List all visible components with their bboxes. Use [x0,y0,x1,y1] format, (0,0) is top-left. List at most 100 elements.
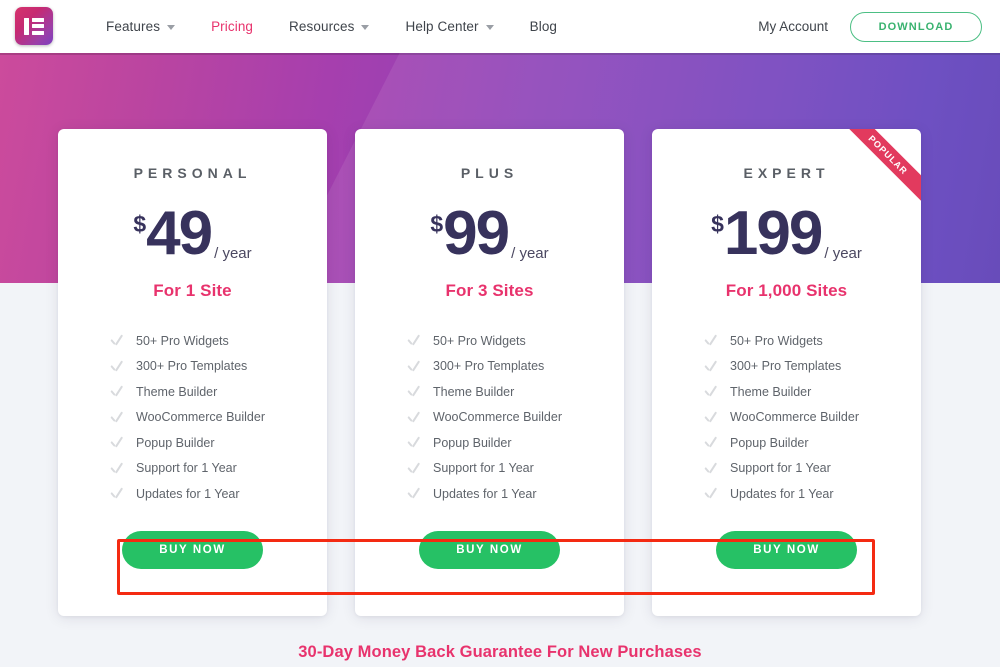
list-item: Theme Builder [704,379,921,405]
plan-sites: For 1 Site [153,281,232,300]
check-icon [110,385,123,398]
buy-now-button-expert[interactable]: BUY NOW [716,531,857,569]
nav-item-pricing[interactable]: Pricing [193,19,271,34]
logo-bar-middle [32,24,44,28]
plan-sites: For 1,000 Sites [725,281,848,300]
money-back-guarantee-text: 30-Day Money Back Guarantee For New Purc… [298,643,702,661]
list-item: Theme Builder [110,379,327,405]
price-block: $ 99 / year [430,202,549,267]
nav-item-help-center[interactable]: Help Center [387,19,511,34]
logo-bar-top [32,17,44,22]
check-icon [704,462,717,475]
list-item: WooCommerce Builder [407,405,624,431]
check-icon [407,334,420,347]
list-item: Updates for 1 Year [407,481,624,507]
list-item: WooCommerce Builder [704,405,921,431]
chevron-down-icon [361,25,370,30]
list-item: 300+ Pro Templates [704,354,921,380]
cta-wrapper: BUY NOW [58,531,327,569]
check-icon [110,462,123,475]
feature-label: Popup Builder [136,435,215,450]
nav-item-features[interactable]: Features [88,19,193,34]
elementor-logo-icon[interactable] [15,7,53,45]
plan-sites: For 3 Sites [445,281,534,300]
buy-now-button-personal[interactable]: BUY NOW [122,531,263,569]
currency-symbol: $ [430,211,444,237]
check-icon [704,411,717,424]
list-item: 50+ Pro Widgets [704,328,921,354]
feature-label: Updates for 1 Year [433,486,537,501]
feature-list: 50+ Pro Widgets 300+ Pro Templates Theme… [58,328,327,507]
feature-label: WooCommerce Builder [730,410,859,425]
feature-label: WooCommerce Builder [136,410,265,425]
buy-now-button-plus[interactable]: BUY NOW [419,531,560,569]
nav-label-blog: Blog [529,19,558,34]
feature-label: Theme Builder [433,384,515,399]
nav-label-resources: Resources [289,19,355,34]
price-block: $ 199 / year [711,199,862,268]
list-item: 300+ Pro Templates [407,354,624,380]
feature-label: 300+ Pro Templates [136,359,248,374]
feature-label: Updates for 1 Year [136,486,240,501]
feature-list: 50+ Pro Widgets 300+ Pro Templates Theme… [355,328,624,507]
list-item: Updates for 1 Year [110,481,327,507]
feature-label: Theme Builder [730,384,812,399]
pricing-card-personal: PERSONAL $ 49 / year For 1 Site 50+ Pro … [58,129,327,616]
list-item: 50+ Pro Widgets [407,328,624,354]
check-icon [407,385,420,398]
header-actions: My Account DOWNLOAD [758,0,982,53]
feature-label: 50+ Pro Widgets [433,333,526,348]
logo-bar-vertical [24,17,29,35]
list-item: Popup Builder [407,430,624,456]
currency-symbol: $ [711,211,724,237]
feature-label: 50+ Pro Widgets [136,333,229,348]
nav-item-blog[interactable]: Blog [512,19,575,34]
price-amount: 199 [723,199,823,268]
nav-label-pricing: Pricing [211,19,254,34]
price-period: / year [214,245,252,262]
list-item: Popup Builder [110,430,327,456]
list-item: Support for 1 Year [704,456,921,482]
feature-label: 50+ Pro Widgets [730,333,823,348]
check-icon [704,487,717,500]
price-period: / year [511,245,549,262]
site-header: Features Pricing Resources Help Center B… [0,0,1000,53]
list-item: Updates for 1 Year [704,481,921,507]
check-icon [110,360,123,373]
my-account-link[interactable]: My Account [758,19,828,34]
feature-label: Popup Builder [730,435,809,450]
price-amount: 49 [146,199,213,268]
cta-wrapper: BUY NOW [652,531,921,569]
plan-name: EXPERT [743,165,830,181]
check-icon [704,385,717,398]
check-icon [110,334,123,347]
list-item: Support for 1 Year [110,456,327,482]
nav-item-resources[interactable]: Resources [271,19,387,34]
chevron-down-icon [485,25,494,30]
popular-ribbon-label: POPULAR [839,129,921,205]
feature-label: Support for 1 Year [136,461,237,476]
list-item: Theme Builder [407,379,624,405]
popular-ribbon: POPULAR [839,129,921,211]
download-button[interactable]: DOWNLOAD [850,11,982,42]
feature-label: Support for 1 Year [433,461,534,476]
check-icon [704,360,717,373]
feature-label: Theme Builder [136,384,218,399]
nav-label-features: Features [106,19,161,34]
check-icon [110,411,123,424]
nav-label-help-center: Help Center [405,19,479,34]
check-icon [407,487,420,500]
cta-wrapper: BUY NOW [355,531,624,569]
logo-bar-bottom [32,30,44,35]
check-icon [110,436,123,449]
feature-label: 300+ Pro Templates [730,359,842,374]
check-icon [407,360,420,373]
feature-list: 50+ Pro Widgets 300+ Pro Templates Theme… [652,328,921,507]
list-item: Popup Builder [704,430,921,456]
pricing-cards: PERSONAL $ 49 / year For 1 Site 50+ Pro … [58,129,942,616]
plan-name: PERSONAL [133,165,252,181]
feature-label: Updates for 1 Year [730,486,834,501]
logo-mark [24,17,44,35]
chevron-down-icon [167,25,176,30]
currency-symbol: $ [133,211,147,237]
